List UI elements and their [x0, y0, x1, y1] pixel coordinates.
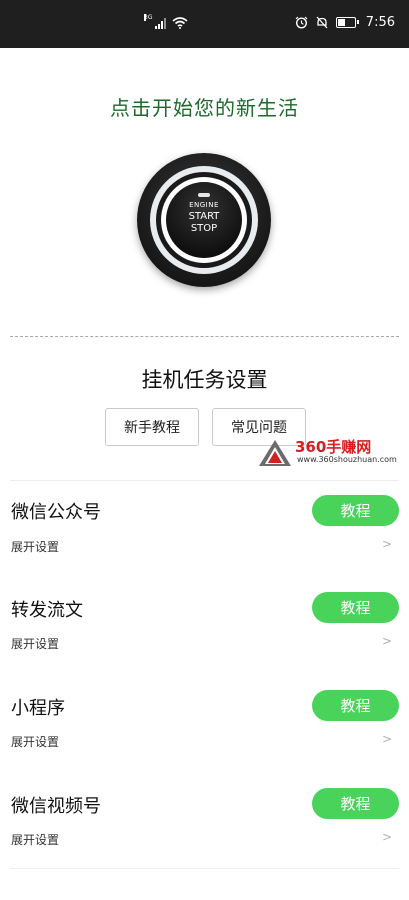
alarm-icon [295, 16, 308, 29]
expand-settings-link[interactable]: 展开设置 [11, 831, 59, 848]
task-tutorial-button[interactable]: 教程 [312, 788, 399, 819]
tutorial-button[interactable]: 新手教程 [105, 408, 199, 446]
dotted-divider [10, 336, 399, 337]
start-label: START [188, 211, 220, 222]
expand-settings-link[interactable]: 展开设置 [11, 538, 59, 555]
engine-label: ENGINE [189, 201, 219, 209]
battery-icon [335, 17, 359, 28]
watermark-url: www.360shouzhuan.com [297, 455, 397, 464]
watermark-logo-icon [259, 440, 291, 466]
chevron-right-icon[interactable]: > [382, 537, 392, 551]
expand-settings-link[interactable]: 展开设置 [11, 635, 59, 652]
status-time: 7:56 [365, 15, 395, 30]
section-title: 挂机任务设置 [141, 368, 268, 392]
chevron-right-icon[interactable]: > [382, 634, 392, 648]
task-tutorial-button[interactable]: 教程 [312, 495, 399, 526]
network-type-label: 3G [144, 14, 153, 21]
task-name: 微信公众号 [11, 502, 101, 523]
task-name: 小程序 [11, 698, 65, 719]
engine-start-button[interactable]: ENGINE START STOP [137, 153, 271, 287]
task-name: 转发流文 [11, 600, 83, 621]
chevron-right-icon[interactable]: > [382, 732, 392, 746]
watermark-brand: 360手赚网 [295, 438, 372, 456]
status-bar: 3G 7:56 [0, 0, 409, 48]
start-button-core: ENGINE START STOP [166, 182, 242, 258]
wifi-icon [172, 17, 188, 29]
expand-settings-link[interactable]: 展开设置 [11, 733, 59, 750]
signal-icon: 3G [144, 14, 166, 29]
task-name: 微信视频号 [11, 796, 101, 817]
bottom-divider [10, 868, 399, 869]
chevron-right-icon[interactable]: > [382, 830, 392, 844]
hero-title: 点击开始您的新生活 [110, 96, 299, 120]
watermark: 360手赚网 www.360shouzhuan.com [257, 436, 407, 470]
task-tutorial-button[interactable]: 教程 [312, 690, 399, 721]
mute-icon [316, 16, 328, 29]
start-button-led [198, 193, 210, 197]
task-tutorial-button[interactable]: 教程 [312, 592, 399, 623]
section-divider [10, 480, 399, 481]
status-bar-network: 3G [144, 14, 188, 29]
stop-label: STOP [190, 223, 218, 234]
status-bar-right: 7:56 [295, 15, 395, 30]
